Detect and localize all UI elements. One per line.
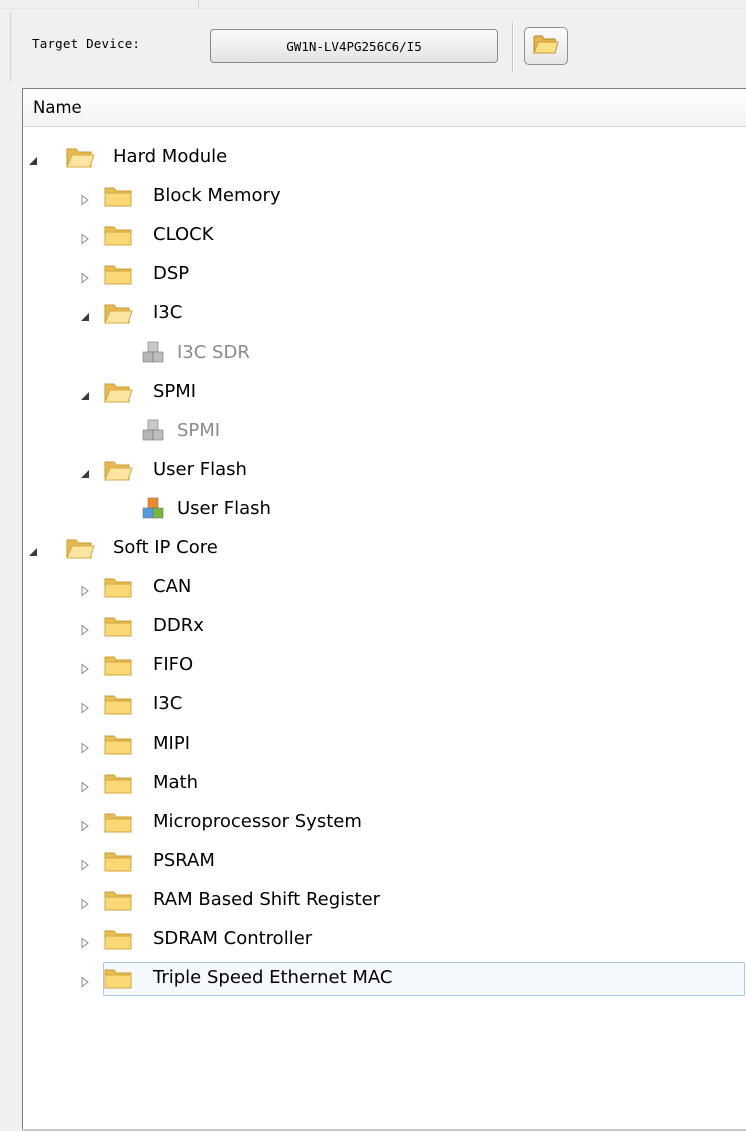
tree-node-fifo[interactable]: FIFO [23,648,743,684]
tree-node-clock[interactable]: CLOCK [23,218,743,254]
expand-arrow-icon[interactable] [79,739,91,753]
tree-node-dsp[interactable]: DSP [23,257,743,293]
folder-icon [103,183,133,209]
ip-tree-panel: Name Hard Module Block Memory CLOCK DSP I3C I… [22,88,746,1131]
folder-icon [103,848,133,874]
folder-open-icon [103,457,133,483]
tree-node-label: I3C [153,693,183,715]
splitter-tick [198,0,199,8]
tree-node-label: DSP [153,263,190,285]
collapse-arrow-icon[interactable] [79,387,91,400]
tree-node-user-flash[interactable]: User Flash [23,453,743,489]
target-device-label: Target Device: [32,36,141,51]
tree-node-label: SPMI [177,419,221,441]
tree-node-label: User Flash [153,458,247,480]
tree-node-label: CLOCK [153,224,214,246]
collapse-arrow-icon[interactable] [27,152,39,165]
expand-arrow-icon[interactable] [79,660,91,675]
collapse-arrow-icon[interactable] [27,543,39,556]
collapse-arrow-icon[interactable] [79,308,91,322]
column-header-name[interactable]: Name [23,89,746,127]
tree-node-label: Microprocessor System [153,810,362,832]
expand-arrow-icon[interactable] [79,191,91,206]
folder-icon [103,222,133,248]
folder-icon [103,809,133,835]
tree-node-label: MIPI [153,732,191,754]
tree-node-i3c[interactable]: I3C [23,687,743,723]
tree-node-block-memory[interactable]: Block Memory [23,179,743,215]
folder-icon [103,691,133,717]
tree-node-hard-module[interactable]: Hard Module [23,140,743,176]
ip-cubes-icon [139,418,169,444]
tree-node-label: FIFO [153,654,194,676]
folder-icon [103,574,133,600]
folder-icon [103,731,133,757]
expand-arrow-icon[interactable] [79,895,91,910]
tree-node-triple-speed-ethernet-mac[interactable]: Triple Speed Ethernet MAC [23,961,745,997]
tree-node-label: SDRAM Controller [153,928,313,949]
tree-node-label: Hard Module [113,146,228,167]
folder-open-icon [103,379,133,405]
tree-node-spmi[interactable]: SPMI [23,375,743,411]
toolbar: Target Device: GW1N-LV4PG256C6/I5 [0,0,746,86]
folder-icon [103,887,133,913]
tree-node-label: SPMI [153,380,197,402]
tree-node-label: I3C SDR [177,341,250,363]
folder-open-icon [65,535,95,561]
target-device-button[interactable]: GW1N-LV4PG256C6/I5 [210,29,498,63]
tree-node-microprocessor-system[interactable]: Microprocessor System [23,805,743,841]
expand-arrow-icon[interactable] [79,973,91,988]
tree-node-sdram-controller[interactable]: SDRAM Controller [23,922,743,958]
toolbar-separator-highlight [513,22,514,72]
expand-arrow-icon[interactable] [79,817,91,832]
tree-node-i3c-sdr[interactable]: I3C SDR [23,336,743,372]
toolbar-top-border [0,8,746,9]
tree-node-psram[interactable]: PSRAM [23,844,743,880]
tree-node-can[interactable]: CAN [23,570,743,606]
folder-icon [103,613,133,639]
tree-node-ram-based-shift-register[interactable]: RAM Based Shift Register [23,883,743,919]
tree-node-math[interactable]: Math [23,766,743,802]
expand-arrow-icon[interactable] [79,934,91,949]
collapse-arrow-icon[interactable] [79,465,91,478]
ip-cubes-icon [139,496,169,522]
column-header-label: Name [33,98,82,117]
tree-node-label: I3C [153,302,183,324]
expand-arrow-icon[interactable] [79,269,91,284]
folder-icon [103,926,133,952]
expand-arrow-icon[interactable] [79,621,91,636]
tree-node-label: DDRx [153,615,204,637]
folder-open-icon [103,300,133,326]
tree-node-label: CAN [153,576,192,598]
tree-node-ddrx[interactable]: DDRx [23,609,743,645]
tree-node-label: Block Memory [153,185,281,207]
tree-node-soft-ip-core[interactable]: Soft IP Core [23,531,743,567]
folder-icon [103,965,133,991]
tree-node-label: PSRAM [153,849,215,871]
expand-arrow-icon[interactable] [79,778,91,793]
folder-icon [103,261,133,287]
tree-node-mipi[interactable]: MIPI [23,727,743,763]
tree-node-user-flash[interactable]: User Flash [23,492,743,528]
browse-folder-button[interactable] [524,27,568,65]
folder-open-icon [533,33,559,59]
tree-node-label: Soft IP Core [113,537,218,558]
folder-icon [103,652,133,678]
tree-node-spmi[interactable]: SPMI [23,414,743,450]
expand-arrow-icon[interactable] [79,856,91,871]
expand-arrow-icon[interactable] [79,230,91,245]
ip-cubes-icon [139,340,169,366]
tree-node-label: Math [153,771,199,793]
tree-node-label: RAM Based Shift Register [153,888,381,910]
tree-node-label: Triple Speed Ethernet MAC [153,967,393,989]
expand-arrow-icon[interactable] [79,582,91,597]
toolbar-left-border [10,12,11,82]
folder-icon [103,770,133,796]
tree-node-i3c[interactable]: I3C [23,296,743,332]
expand-arrow-icon[interactable] [79,699,91,714]
folder-open-icon [65,144,95,170]
tree-node-label: User Flash [177,497,271,519]
